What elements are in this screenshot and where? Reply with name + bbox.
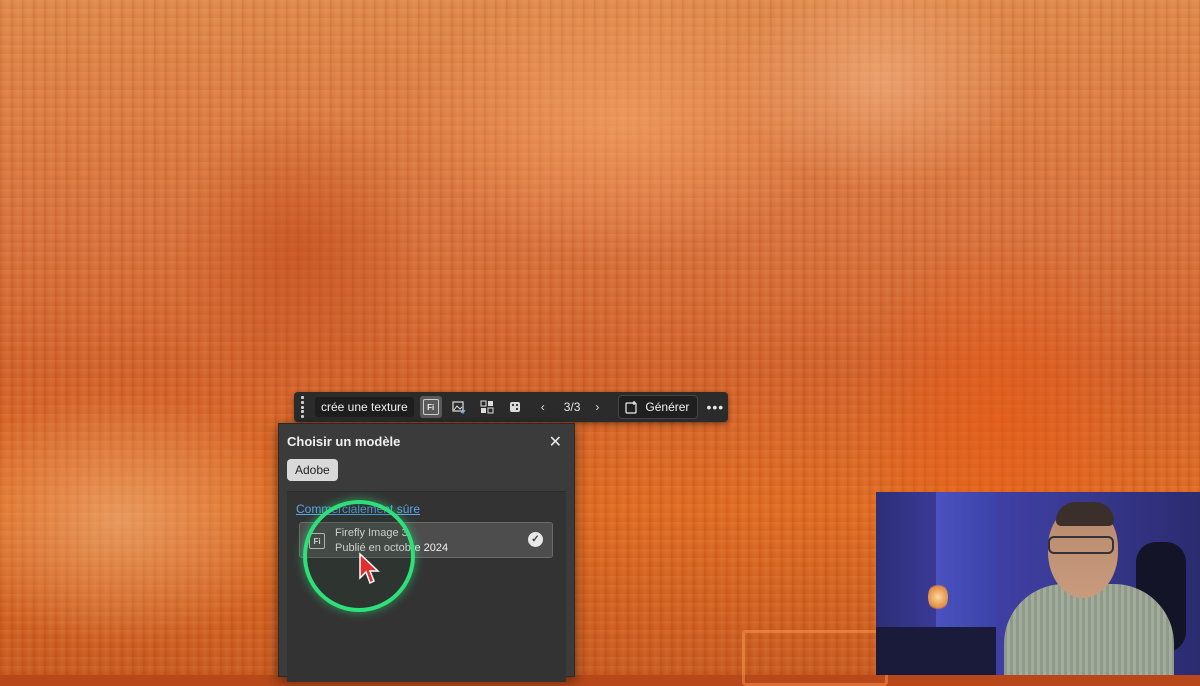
panel-title: Choisir un modèle	[287, 434, 401, 449]
close-icon[interactable]: ✕	[549, 432, 562, 452]
effects-button[interactable]	[476, 396, 498, 418]
grid-effects-icon	[480, 400, 494, 414]
presenter-shirt	[1004, 584, 1174, 675]
result-counter: 3/3	[563, 400, 581, 414]
presenter-hair	[1056, 502, 1114, 526]
contextual-task-bar: crée une texture Fi ‹ 3/3 › Générer •••	[294, 392, 728, 422]
more-options-icon[interactable]: •••	[706, 399, 724, 415]
provider-filter-adobe[interactable]: Adobe	[287, 459, 338, 481]
model-picker-button[interactable]: Fi	[419, 396, 442, 418]
firefly-icon: Fi	[422, 399, 439, 415]
generate-button[interactable]: Générer	[618, 395, 699, 419]
webcam-overlay	[876, 492, 1200, 675]
mouse-cursor-icon	[359, 552, 380, 585]
image-reference-icon	[452, 401, 466, 414]
dice-icon	[509, 402, 520, 412]
variations-button[interactable]	[504, 396, 526, 418]
selection-outline	[742, 630, 888, 686]
generate-label: Générer	[645, 400, 690, 414]
prompt-input[interactable]: crée une texture	[315, 397, 414, 417]
reference-image-button[interactable]	[448, 396, 470, 418]
generate-icon	[625, 401, 638, 414]
background-lamp	[928, 582, 948, 612]
chevron-left-icon: ‹	[540, 400, 545, 414]
presenter-glasses	[1048, 536, 1114, 554]
previous-result-button[interactable]: ‹	[532, 396, 554, 418]
drag-handle-icon[interactable]	[297, 396, 307, 418]
checkmark-icon: ✓	[528, 532, 543, 547]
next-result-button[interactable]: ›	[586, 396, 608, 418]
chevron-right-icon: ›	[595, 400, 600, 414]
background-shelf	[876, 627, 996, 675]
